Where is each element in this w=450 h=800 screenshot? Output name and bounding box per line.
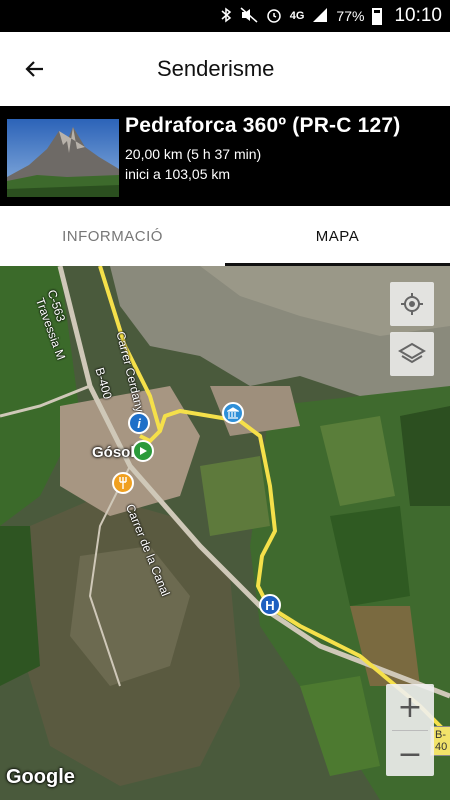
- hotel-poi-icon[interactable]: H: [259, 594, 281, 616]
- layers-button[interactable]: [390, 332, 434, 376]
- clock: 10:10: [394, 5, 442, 26]
- app-bar: Senderisme: [0, 32, 450, 106]
- monument-poi-icon[interactable]: [222, 402, 244, 424]
- restaurant-poi-icon[interactable]: [112, 472, 134, 494]
- zoom-in-button[interactable]: +: [386, 684, 434, 730]
- my-location-button[interactable]: [390, 282, 434, 326]
- tab-bar: INFORMACIÓ MAPA: [0, 206, 450, 266]
- page-title: Senderisme: [157, 56, 275, 81]
- satellite-imagery: [0, 266, 450, 800]
- network-type: 4G: [289, 10, 305, 22]
- battery-percent: 77%: [336, 8, 365, 24]
- back-button[interactable]: [18, 52, 52, 86]
- status-bar: 4G 77% 10:10: [0, 0, 450, 32]
- town-label: Gósol: [92, 444, 135, 461]
- zoom-controls: + −: [386, 684, 434, 776]
- route-header: Pedraforca 360º (PR-C 127) 20,00 km (5 h…: [0, 106, 450, 206]
- status-icons: 4G 77% 10:10: [220, 0, 442, 32]
- google-attribution[interactable]: Google: [6, 766, 75, 789]
- mute-icon: [240, 6, 258, 26]
- zoom-out-button[interactable]: −: [386, 731, 434, 777]
- map-view[interactable]: C-563 Travessia M B-400 Carrer Cerdanya …: [0, 266, 450, 800]
- tab-informacio[interactable]: INFORMACIÓ: [0, 206, 225, 266]
- alarm-icon: [266, 7, 282, 26]
- bluetooth-icon: [220, 7, 232, 26]
- start-marker-icon[interactable]: [132, 440, 154, 462]
- signal-icon: [312, 7, 328, 26]
- route-distance: 20,00 km (5 h 37 min): [125, 146, 262, 162]
- route-thumbnail: [7, 119, 119, 197]
- route-start-distance: inici a 103,05 km: [125, 166, 231, 182]
- arrow-back-icon: [25, 61, 43, 77]
- crosshair-icon: [401, 293, 423, 315]
- layers-icon: [398, 342, 426, 364]
- route-name: Pedraforca 360º (PR-C 127): [125, 114, 401, 137]
- tab-mapa[interactable]: MAPA: [225, 206, 450, 266]
- battery-icon: [372, 7, 383, 25]
- info-poi-icon[interactable]: i: [128, 412, 150, 434]
